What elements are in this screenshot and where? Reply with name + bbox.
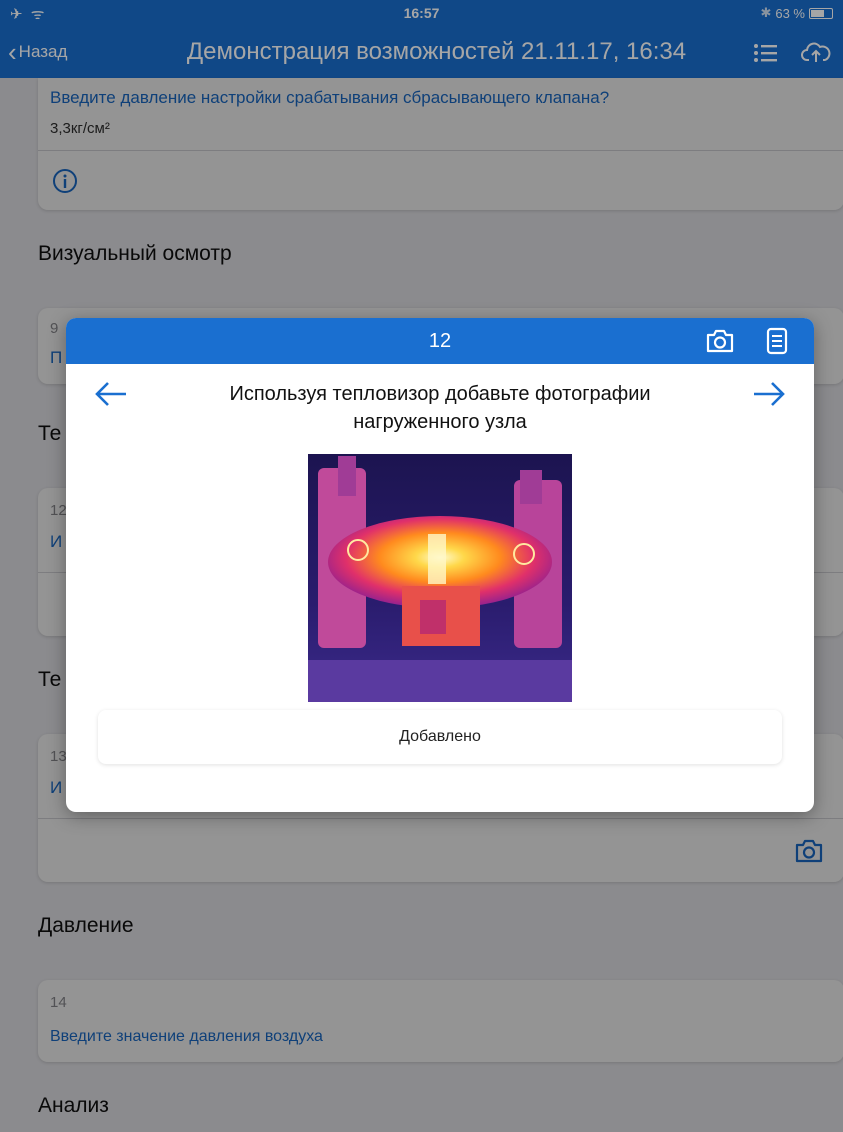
photo-question-dialog: 12 Используя тепловизор добавьте фотогра… (66, 318, 814, 812)
added-status-button[interactable]: Добавлено (98, 710, 782, 764)
camera-icon[interactable] (706, 328, 734, 354)
arrow-right-icon[interactable] (752, 380, 786, 408)
document-icon[interactable] (766, 327, 788, 355)
question-counter: 12 (428, 330, 452, 352)
dim-overlay-top (0, 0, 843, 78)
thermal-photo[interactable] (308, 454, 572, 702)
arrow-left-icon[interactable] (94, 380, 128, 408)
dialog-question: Используя тепловизор добавьте фотографии… (229, 383, 651, 433)
thermal-image (308, 454, 572, 702)
dialog-header: 12 (66, 318, 814, 364)
